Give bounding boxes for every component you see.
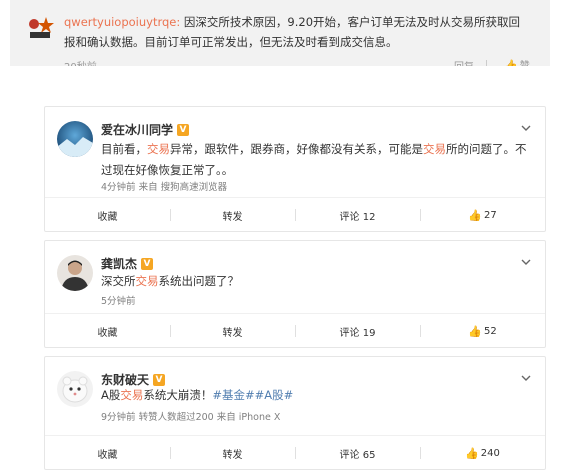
- commenter-avatar[interactable]: [26, 12, 56, 42]
- divider: [486, 60, 487, 66]
- like-button[interactable]: 👍 240: [420, 436, 545, 470]
- verified-badge-icon: V: [141, 257, 154, 270]
- avatar[interactable]: [57, 255, 93, 291]
- hashtag-link[interactable]: #基金##A股#: [212, 388, 293, 402]
- comment-button[interactable]: 评论 19: [295, 314, 420, 348]
- chevron-down-icon[interactable]: [521, 371, 531, 384]
- keyword-link[interactable]: 交易: [147, 142, 170, 156]
- post-text: A股交易系统大崩溃！#基金##A股#: [101, 388, 294, 402]
- post-card: 龚凯杰 V 深交所交易系统出问题了？ 5分钟前 收藏 转发 评论 19 👍 52: [44, 240, 546, 348]
- thumbs-up-icon: 👍: [468, 208, 482, 222]
- thumbs-up-icon: 👍: [504, 59, 518, 66]
- post-text: 目前看，交易异常，跟软件，跟券商，好像都没有关系，可能是交易所的问题了。不过现在…: [101, 142, 527, 177]
- thumbs-up-icon: 👍: [465, 446, 479, 460]
- post-text: 深交所交易系统出问题了？: [101, 274, 239, 288]
- like-button[interactable]: 👍赞: [504, 57, 530, 66]
- action-bar: 收藏 转发 评论 65 👍 240: [45, 435, 545, 470]
- action-bar: 收藏 转发 评论 12 👍 27: [45, 197, 545, 232]
- keyword-link[interactable]: 交易: [136, 274, 159, 288]
- username[interactable]: 龚凯杰 V: [101, 255, 154, 272]
- top-comment: qwertyuiopoiuytrqe: 因深交所技术原因，9.20开始，客户订单…: [10, 0, 550, 66]
- repost-button[interactable]: 转发: [170, 198, 295, 232]
- like-button[interactable]: 👍 27: [420, 198, 545, 232]
- post-card: 东财破天 V A股交易系统大崩溃！#基金##A股# 9分钟前 转赞人数超过200 …: [44, 356, 546, 470]
- verified-badge-icon: V: [153, 373, 166, 386]
- comment-button[interactable]: 评论 65: [295, 436, 420, 470]
- username[interactable]: 爱在冰川同学 V: [101, 121, 190, 138]
- avatar[interactable]: [57, 371, 93, 407]
- action-bar: 收藏 转发 评论 19 👍 52: [45, 313, 545, 348]
- favorite-button[interactable]: 收藏: [45, 436, 170, 470]
- avatar[interactable]: [57, 121, 93, 157]
- like-button[interactable]: 👍 52: [420, 314, 545, 348]
- thumbs-up-icon: 👍: [468, 324, 482, 338]
- comment-button[interactable]: 评论 12: [295, 198, 420, 232]
- comment-time: 20秒前: [64, 58, 97, 66]
- repost-button[interactable]: 转发: [170, 314, 295, 348]
- repost-button[interactable]: 转发: [170, 436, 295, 470]
- chevron-down-icon[interactable]: [521, 121, 531, 134]
- verified-badge-icon: V: [177, 123, 190, 136]
- reply-button[interactable]: 回复: [454, 58, 474, 66]
- commenter-username[interactable]: qwertyuiopoiuytrqe:: [64, 15, 180, 29]
- post-meta: 5分钟前: [101, 296, 136, 307]
- keyword-link[interactable]: 交易: [120, 388, 143, 402]
- favorite-button[interactable]: 收藏: [45, 198, 170, 232]
- post-meta: 9分钟前 转赞人数超过200 来自 iPhone X: [101, 412, 281, 423]
- keyword-link[interactable]: 交易: [423, 142, 446, 156]
- top-comment-text: qwertyuiopoiuytrqe: 因深交所技术原因，9.20开始，客户订单…: [64, 15, 521, 49]
- favorite-button[interactable]: 收藏: [45, 314, 170, 348]
- post-card: 爱在冰川同学 V 目前看，交易异常，跟软件，跟券商，好像都没有关系，可能是交易所的…: [44, 106, 546, 232]
- chevron-down-icon[interactable]: [521, 255, 531, 268]
- post-meta: 4分钟前 来自 搜狗高速浏览器: [101, 182, 228, 193]
